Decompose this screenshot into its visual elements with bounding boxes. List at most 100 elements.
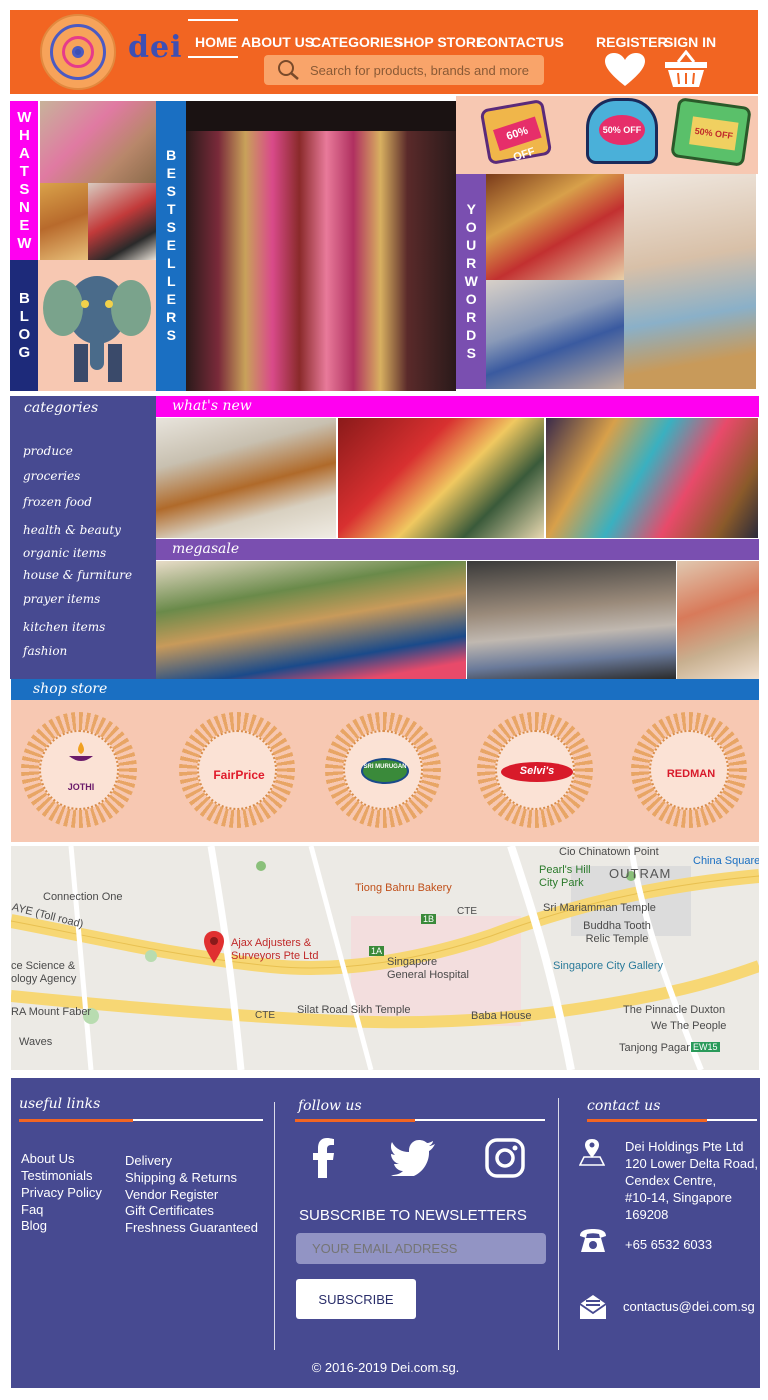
category-kitchen-items[interactable]: kitchen items bbox=[23, 620, 105, 634]
footer-link-about-us[interactable]: About Us bbox=[21, 1151, 74, 1166]
search-input[interactable] bbox=[310, 59, 538, 81]
sri-murugan-emblem bbox=[361, 758, 409, 784]
map-label-city-gallery: Singapore City Gallery bbox=[553, 960, 664, 972]
nav-contactus[interactable]: CONTACTUS bbox=[477, 34, 564, 50]
instagram-icon[interactable] bbox=[485, 1138, 525, 1178]
map-label-cte-2: CTE bbox=[255, 1010, 275, 1021]
location-map[interactable]: Ajax Adjusters & Surveyors Pte Ltd Cio C… bbox=[11, 846, 759, 1070]
location-pin-icon bbox=[579, 1139, 605, 1166]
newsletter-title: SUBSCRIBE TO NEWSLETTERS bbox=[299, 1207, 527, 1224]
nav-categories[interactable]: CATEGORIES bbox=[311, 34, 403, 50]
blog-text: BLOG bbox=[15, 289, 33, 362]
site-footer: useful links About Us Testimonials Priva… bbox=[11, 1078, 760, 1388]
subscribe-button[interactable]: SUBSCRIBE bbox=[296, 1279, 416, 1319]
shopping-basket-icon[interactable] bbox=[664, 50, 708, 88]
shoes-shirts-image[interactable] bbox=[156, 418, 336, 538]
footer-link-privacy-policy[interactable]: Privacy Policy bbox=[21, 1185, 102, 1200]
search-icon[interactable] bbox=[276, 59, 300, 81]
store-jothi[interactable]: JOTHI bbox=[21, 712, 137, 828]
store-fairprice-name: FairPrice bbox=[213, 768, 265, 782]
category-house-furniture[interactable]: house & furniture bbox=[23, 568, 132, 582]
sale-bag-badge-3: 50% OFF bbox=[670, 97, 752, 167]
footer-link-gift-certificates[interactable]: Gift Certificates bbox=[125, 1203, 214, 1218]
sale-elephant-badge: 50% OFF bbox=[586, 98, 658, 164]
brand-logo-text[interactable]: dei bbox=[128, 30, 182, 65]
heart-icon[interactable] bbox=[604, 52, 646, 88]
footer-link-shipping-returns[interactable]: Shipping & Returns bbox=[125, 1170, 237, 1185]
map-label-buddha-tooth: Buddha Tooth Relic Temple bbox=[583, 920, 651, 945]
store-jothi-name: JOTHI bbox=[67, 782, 95, 792]
best-sellers-tile-label[interactable]: BESTSELLERS bbox=[156, 101, 186, 391]
category-prayer-items[interactable]: prayer items bbox=[23, 592, 100, 606]
store-sri-murugan[interactable]: SRI MURUGAN bbox=[325, 712, 441, 828]
your-words-tile-label[interactable]: YOURWORDS bbox=[456, 174, 486, 389]
store-selvis[interactable]: Selvi's bbox=[477, 712, 593, 828]
footer-link-freshness-guaranteed[interactable]: Freshness Guaranteed bbox=[125, 1220, 258, 1235]
map-label-pinnacle-duxton: The Pinnacle Duxton bbox=[623, 1004, 726, 1016]
category-groceries[interactable]: groceries bbox=[23, 469, 80, 483]
footer-link-delivery[interactable]: Delivery bbox=[125, 1153, 172, 1168]
clothing-rack-image[interactable] bbox=[467, 561, 676, 679]
contact-email[interactable]: contactus@dei.com.sg bbox=[623, 1298, 755, 1315]
contact-us-rule-accent bbox=[587, 1119, 707, 1122]
map-label-chinatown-point: Cio Chinatown Point bbox=[559, 846, 659, 858]
category-health-beauty[interactable]: health & beauty bbox=[23, 523, 121, 537]
map-label-pearls-hill: Pearl's Hill City Park bbox=[539, 864, 591, 889]
whats-new-tile-label[interactable]: WHATSNEW bbox=[10, 101, 38, 260]
register-link[interactable]: REGISTER bbox=[596, 34, 668, 50]
footer-divider-left bbox=[274, 1102, 275, 1350]
store-fairprice[interactable]: FairPrice bbox=[179, 712, 295, 828]
elephant-art-image[interactable] bbox=[38, 260, 156, 391]
address-line-1: Dei Holdings Pte Ltd bbox=[625, 1139, 744, 1154]
fashion-shopper-image[interactable] bbox=[677, 561, 759, 679]
map-label-exit-1a: 1A bbox=[369, 946, 385, 956]
shopping-couple-image[interactable] bbox=[88, 183, 156, 260]
footer-link-blog[interactable]: Blog bbox=[21, 1218, 47, 1233]
address-line-5: 169208 bbox=[625, 1207, 669, 1222]
footer-link-faq[interactable]: Faq bbox=[21, 1202, 43, 1217]
sale-banner[interactable]: 60% OFF 50% OFF 50% OFF bbox=[456, 96, 758, 174]
contact-phone[interactable]: +65 6532 6033 bbox=[625, 1236, 712, 1253]
nav-about-us[interactable]: ABOUT US bbox=[241, 34, 314, 50]
father-son-shopping-image[interactable] bbox=[486, 280, 624, 389]
sale-badge-3-text: 50% OFF bbox=[689, 116, 739, 151]
map-label-tiong-bahru-bakery: Tiong Bahru Bakery bbox=[355, 882, 452, 894]
map-label-sri-mariamman: Sri Mariamman Temple bbox=[543, 902, 656, 914]
sign-in-link[interactable]: SIGN IN bbox=[664, 34, 716, 50]
map-label-cte-1: CTE bbox=[457, 906, 477, 917]
twitter-icon[interactable] bbox=[391, 1140, 435, 1176]
map-label-connection-one: Connection One bbox=[43, 891, 123, 903]
your-words-text: YOURWORDS bbox=[463, 200, 480, 363]
bazaar-decorations-image[interactable] bbox=[546, 418, 758, 538]
address-line-2: 120 Lower Delta Road, bbox=[625, 1156, 758, 1171]
nav-shop-store[interactable]: SHOP STORE bbox=[394, 34, 485, 50]
facebook-icon[interactable] bbox=[313, 1138, 335, 1178]
category-produce[interactable]: produce bbox=[23, 444, 73, 458]
map-label-waves: Waves bbox=[19, 1036, 53, 1048]
sweets-image[interactable] bbox=[40, 183, 88, 260]
map-label-ew15: EW15 bbox=[691, 1042, 720, 1052]
megasale-section-bar: megasale bbox=[156, 539, 759, 560]
living-room-decor-image[interactable] bbox=[156, 561, 466, 679]
mother-daughter-store-image[interactable] bbox=[624, 174, 756, 389]
nav-active-indicator-top bbox=[188, 19, 238, 21]
search-bar bbox=[264, 55, 544, 85]
home-decor-image[interactable] bbox=[40, 101, 156, 183]
blog-tile-label[interactable]: BLOG bbox=[10, 260, 38, 391]
store-sri-murugan-name: SRI MURUGAN bbox=[363, 764, 407, 770]
whats-new-section-bar: what's new bbox=[156, 396, 759, 417]
newsletter-email-input[interactable] bbox=[296, 1233, 546, 1264]
christmas-gifts-image[interactable] bbox=[338, 418, 544, 538]
elephant-icon bbox=[43, 276, 151, 382]
store-redman[interactable]: REDMAN bbox=[631, 712, 747, 828]
bridal-lehenga-image[interactable] bbox=[186, 101, 456, 391]
footer-link-vendor-register[interactable]: Vendor Register bbox=[125, 1187, 218, 1202]
category-organic-items[interactable]: organic items bbox=[23, 546, 106, 560]
category-frozen-food[interactable]: frozen food bbox=[23, 495, 92, 509]
footer-link-testimonials[interactable]: Testimonials bbox=[21, 1168, 93, 1183]
category-fashion[interactable]: fashion bbox=[23, 644, 67, 658]
nav-home[interactable]: HOME bbox=[195, 34, 237, 50]
map-pin-icon[interactable] bbox=[203, 930, 225, 964]
family-shopping-image[interactable] bbox=[486, 174, 624, 280]
peacock-logo[interactable] bbox=[40, 14, 116, 90]
